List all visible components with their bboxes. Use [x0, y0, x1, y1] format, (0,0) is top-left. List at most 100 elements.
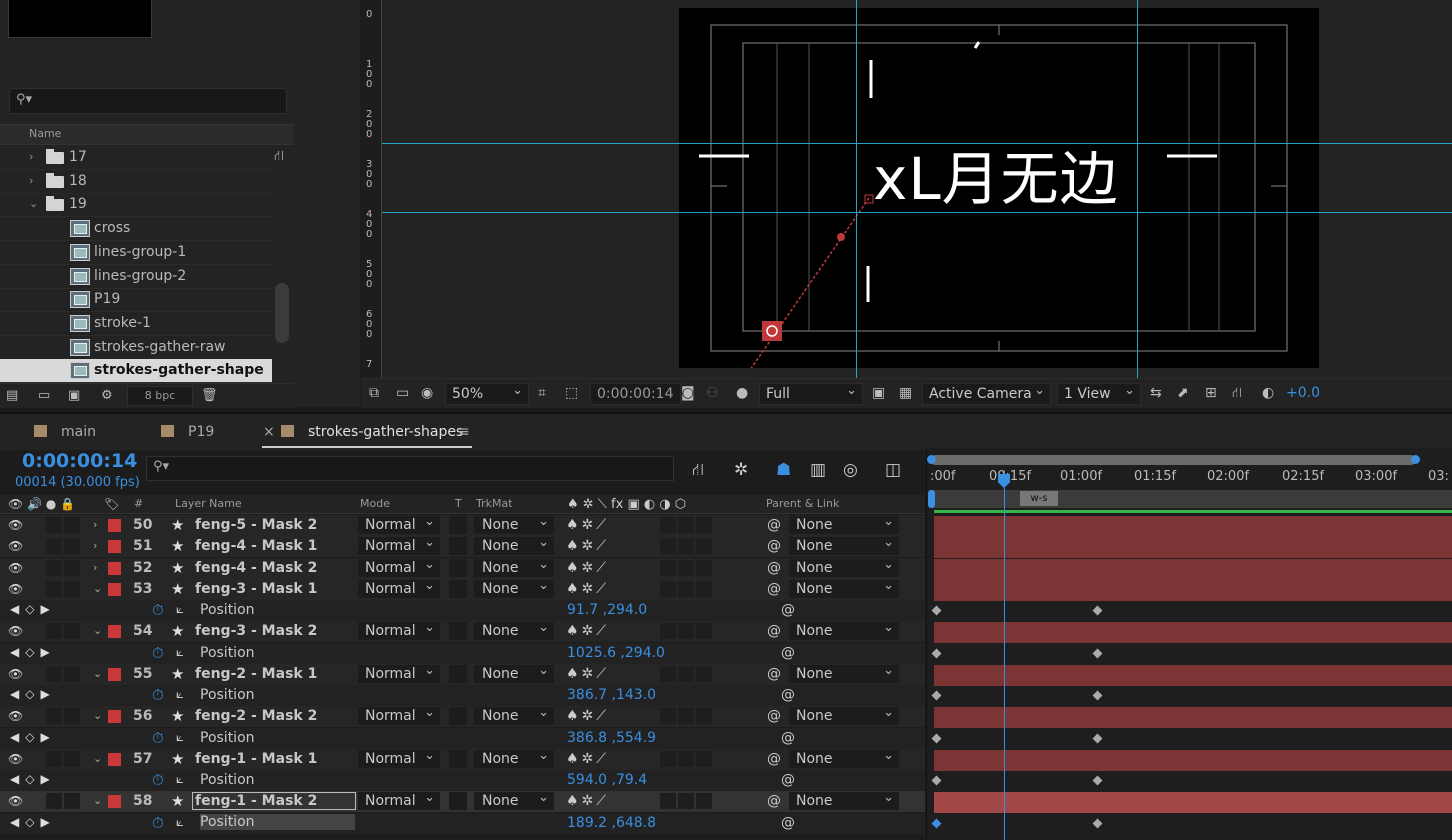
project-comp-row[interactable]: stroke-1 [0, 312, 272, 336]
mode-header[interactable]: Mode [360, 497, 390, 510]
layer-switches-icons[interactable]: ♠✲⟋ [566, 560, 609, 576]
collapse-arrow-icon[interactable]: ⌄ [29, 197, 38, 210]
lock-toggle[interactable] [64, 517, 80, 533]
layer-row[interactable]: 👁 ⌄ 55 ★ feng-2 - Mask 1 Normal None ♠✲⟋ @ None [0, 662, 925, 686]
audio-toggle[interactable] [46, 623, 62, 640]
collapse-arrow-icon[interactable]: ⌄ [93, 709, 102, 722]
layer-name[interactable]: feng-3 - Mask 1 [195, 581, 317, 597]
visibility-eye-icon[interactable]: 👁 [8, 518, 23, 532]
layer-duration-bar[interactable] [934, 707, 1452, 729]
draft-3d-icon[interactable]: ✲ [734, 460, 748, 480]
switch-toggle[interactable] [660, 793, 676, 810]
visibility-eye-icon[interactable]: 👁 [8, 667, 23, 681]
layer-duration-bar[interactable] [934, 792, 1452, 814]
layer-switches-icons[interactable]: ♠✲⟋ [566, 538, 609, 554]
property-value[interactable]: 386.8 ,554.9 [567, 730, 656, 746]
pick-whip-icon[interactable]: @ [781, 730, 795, 746]
preserve-transparency-toggle[interactable] [449, 792, 467, 811]
project-search-input[interactable]: ⚲▾ [9, 88, 287, 114]
exposure-value[interactable]: +0.0 [1286, 383, 1320, 403]
project-comp-row[interactable]: lines-group-2 [0, 265, 272, 289]
property-value[interactable]: 1025.6 ,294.0 [567, 645, 665, 661]
lock-toggle[interactable] [64, 750, 80, 767]
guide-horizontal[interactable] [381, 212, 1452, 213]
property-value[interactable]: 91.7 ,294.0 [567, 602, 647, 618]
track-matte-select[interactable]: None [474, 534, 554, 556]
collapse-arrow-icon[interactable]: ⌄ [93, 624, 102, 637]
project-column-header[interactable]: Name [0, 124, 294, 145]
preserve-transparency-toggle[interactable] [449, 707, 467, 726]
preserve-transparency-toggle[interactable] [449, 558, 467, 577]
switch-toggle[interactable] [678, 793, 694, 810]
parent-select[interactable]: None [789, 662, 899, 683]
layer-row[interactable]: 👁 ⌄ 54 ★ feng-3 - Mask 2 Normal None ♠✲⟋ @ None [0, 619, 925, 644]
parent-select[interactable]: None [789, 619, 899, 641]
channel-icon[interactable]: ● [736, 383, 748, 403]
pick-whip-icon[interactable]: @ [781, 687, 795, 703]
parent-select[interactable]: None [789, 704, 899, 726]
blend-mode-select[interactable]: Normal [358, 662, 440, 683]
new-comp-icon[interactable]: ▣ [68, 388, 80, 403]
pick-whip-icon[interactable]: @ [767, 623, 781, 639]
expand-arrow-icon[interactable]: › [93, 539, 97, 552]
layer-switches-icons[interactable]: ♠✲⟋ [566, 793, 609, 809]
layer-switches-icons[interactable]: ♠✲⟋ [566, 517, 609, 533]
zoom-select[interactable]: 50% [445, 381, 529, 405]
view-layout-select[interactable]: 1 View [1057, 381, 1141, 405]
close-tab-icon[interactable]: × [263, 424, 275, 440]
layer-name-header[interactable]: Layer Name [175, 497, 242, 510]
switch-toggle[interactable] [696, 517, 712, 533]
keyframe-navigator[interactable]: ◀◇▶ [10, 730, 56, 744]
title-action-safe-icon[interactable]: ⌗ [538, 383, 546, 403]
keyframe-navigator[interactable]: ◀◇▶ [10, 602, 56, 616]
layer-name[interactable]: feng-2 - Mask 2 [195, 708, 317, 724]
blend-mode-select[interactable]: Normal [358, 619, 440, 641]
pick-whip-icon[interactable]: @ [767, 581, 781, 597]
switch-toggle[interactable] [678, 708, 694, 725]
project-comp-row[interactable]: cross [0, 217, 272, 242]
graph-icon[interactable]: ⟀ [176, 645, 184, 660]
timeline-icon[interactable]: ⊞ [1205, 383, 1217, 403]
audio-toggle[interactable] [46, 665, 62, 682]
layer-name[interactable]: feng-2 - Mask 1 [195, 666, 317, 682]
switch-toggle[interactable] [660, 580, 676, 597]
stopwatch-icon[interactable]: ⏱ [152, 686, 164, 704]
property-row[interactable]: ◀◇▶ ⏱ ⟀ Position 91.7 ,294.0 @ [0, 600, 925, 622]
switch-toggle[interactable] [696, 559, 712, 576]
work-area-bar[interactable] [930, 490, 1452, 508]
pick-whip-icon[interactable]: @ [781, 772, 795, 788]
layer-switches-icons[interactable]: ♠✲⟋ [566, 708, 609, 724]
switches-header-icons[interactable]: ♠ ✲ ⟍ fx ▣ ◐ ◑ ⬡ [567, 497, 686, 512]
audio-toggle[interactable] [46, 559, 62, 576]
layer-duration-bar[interactable] [934, 749, 1452, 771]
visibility-eye-icon[interactable]: 👁 [8, 539, 23, 553]
t-header[interactable]: T [455, 497, 462, 510]
pick-whip-icon[interactable]: @ [781, 602, 795, 618]
keyframe-navigator[interactable]: ◀◇▶ [10, 645, 56, 659]
expand-arrow-icon[interactable]: › [29, 150, 33, 163]
expand-arrow-icon[interactable]: › [93, 518, 97, 531]
label-color-swatch[interactable] [108, 582, 121, 596]
project-folder-row[interactable]: › 18 [0, 170, 272, 194]
label-color-swatch[interactable] [108, 561, 121, 575]
collapse-arrow-icon[interactable]: ⌄ [93, 794, 102, 807]
vertical-ruler[interactable]: 0 100 200 300 400 500 600 7 [361, 0, 382, 378]
switch-toggle[interactable] [660, 623, 676, 640]
layer-duration-bar[interactable] [934, 516, 1452, 537]
trash-icon[interactable]: 🗑 [201, 388, 218, 403]
guide-horizontal[interactable] [381, 143, 1452, 144]
transparency-grid-icon[interactable]: ▦ [899, 383, 912, 403]
layer-name[interactable]: feng-1 - Mask 2 [192, 792, 357, 811]
graph-editor-icon[interactable]: ◫ [885, 460, 901, 480]
lock-toggle[interactable] [64, 580, 80, 597]
tab-P19[interactable]: P19 [188, 424, 214, 440]
layer-duration-bar[interactable] [934, 622, 1452, 644]
track-matte-select[interactable]: None [474, 513, 554, 534]
trkmat-header[interactable]: TrkMat [476, 497, 513, 510]
layer-name[interactable]: feng-3 - Mask 2 [195, 623, 317, 639]
collapse-arrow-icon[interactable]: ⌄ [93, 667, 102, 680]
graph-icon[interactable]: ⟀ [176, 772, 184, 787]
monitor-icon[interactable]: ▭ [396, 383, 409, 403]
switch-toggle[interactable] [660, 750, 676, 767]
switch-toggle[interactable] [696, 793, 712, 810]
